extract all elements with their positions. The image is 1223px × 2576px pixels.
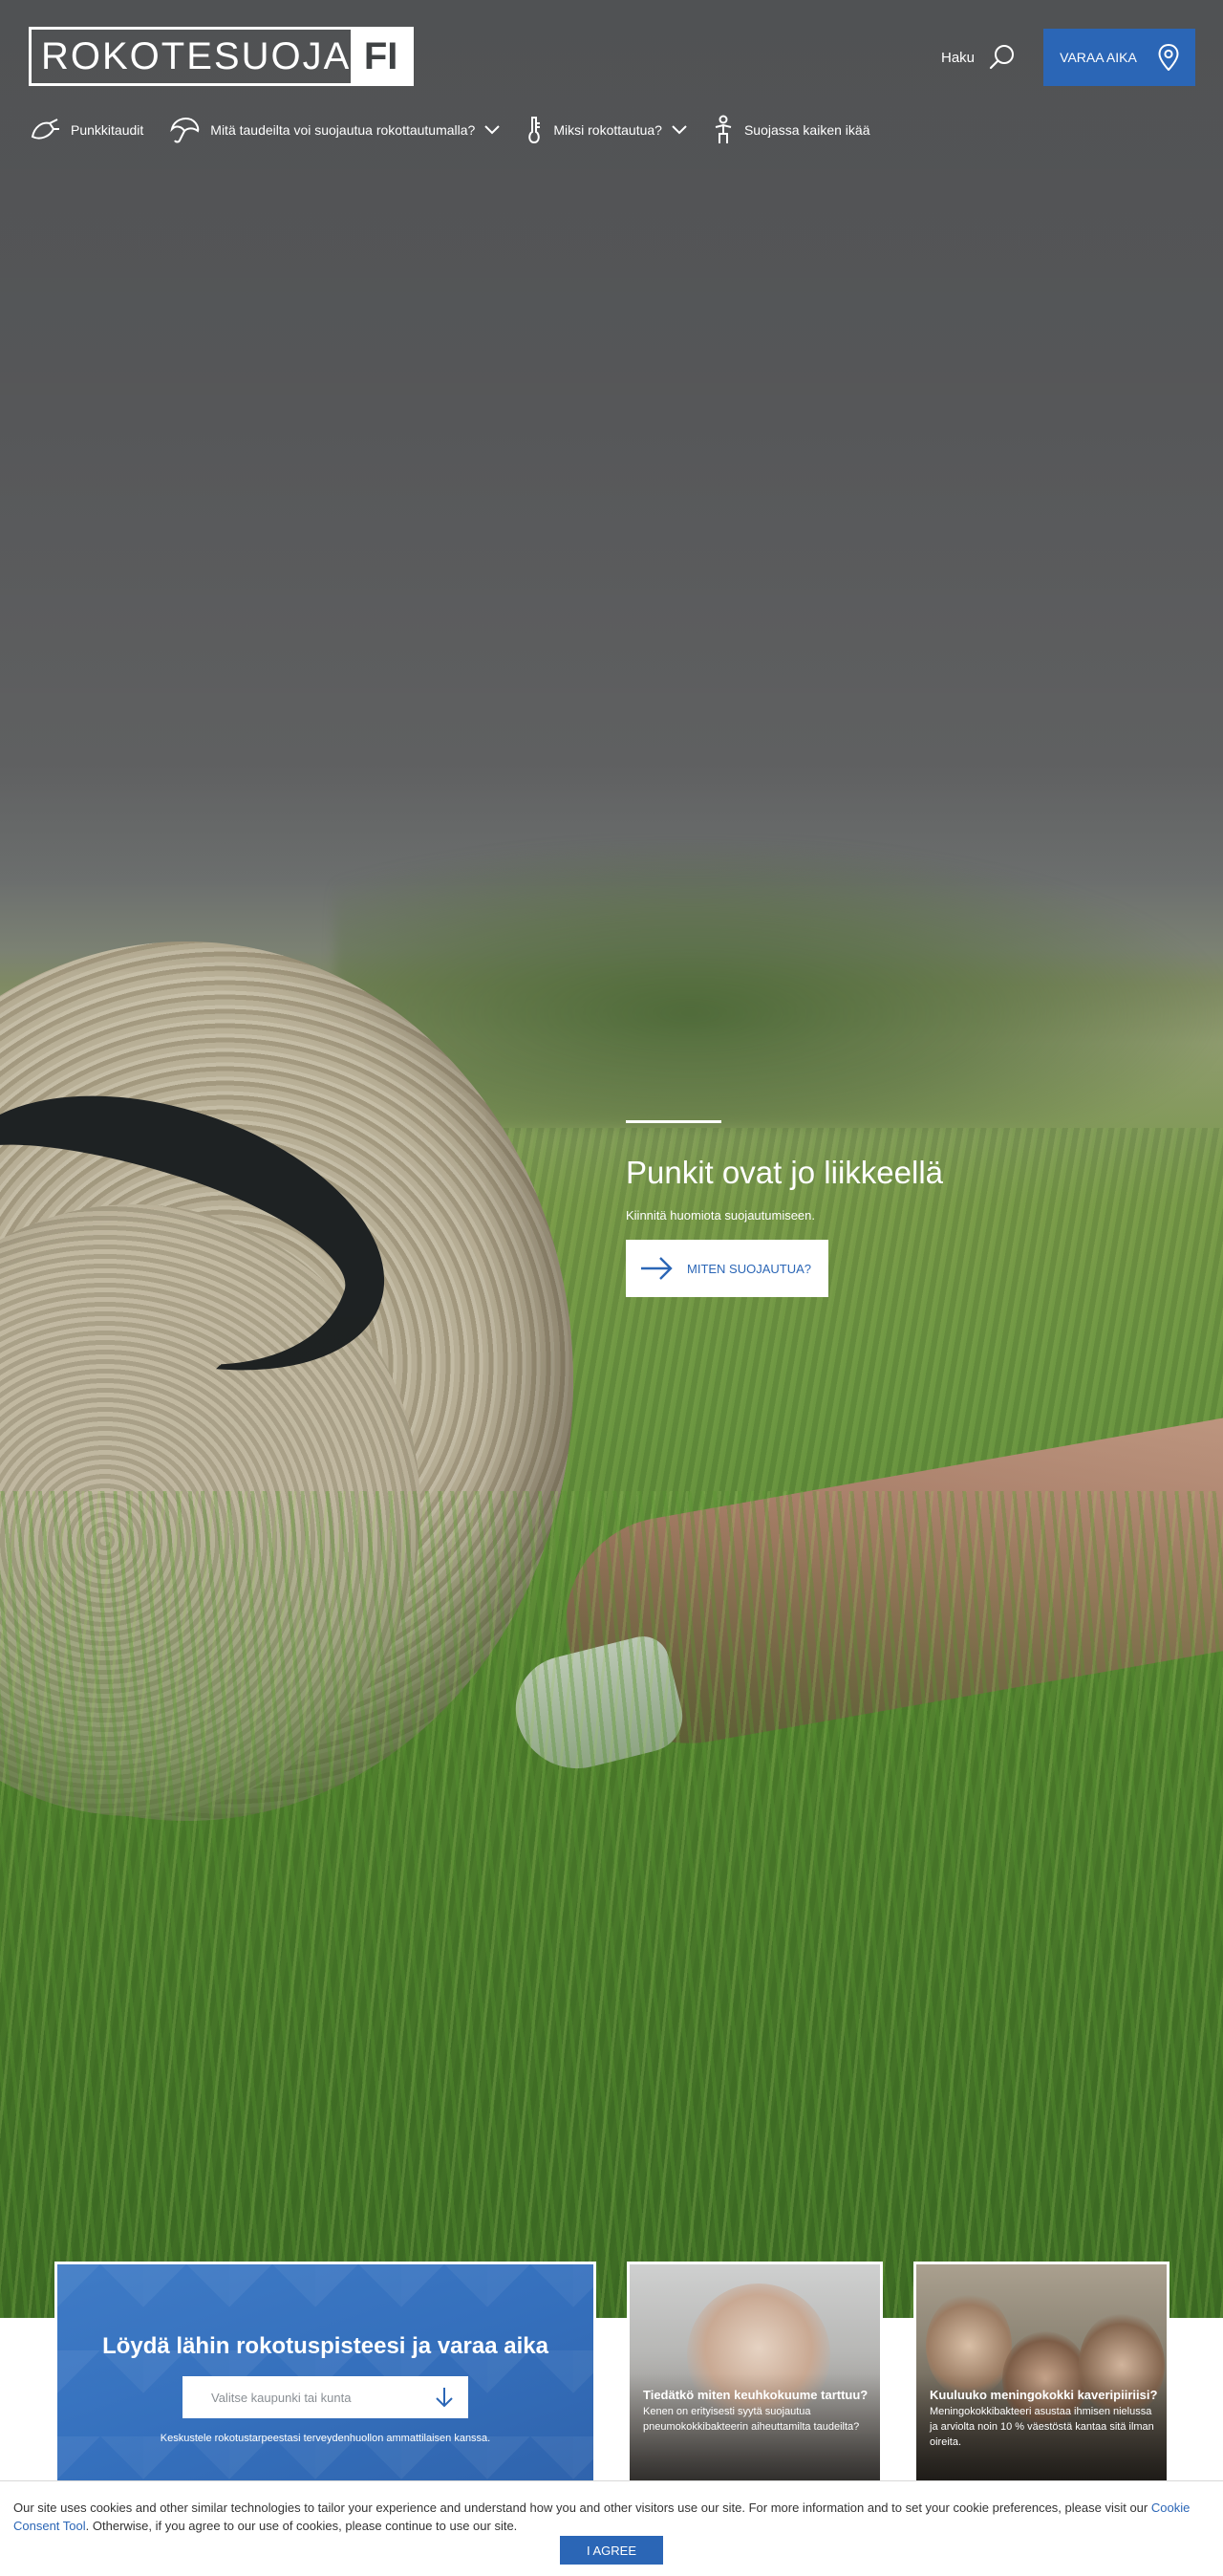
vaccination-point-finder: Löydä lähin rokotuspisteesi ja varaa aik…: [54, 2262, 596, 2491]
chevron-down-icon: [484, 125, 501, 135]
article-card-meningococcus[interactable]: Kuuluuko meningokokki kaveripiiriisi? Me…: [913, 2262, 1169, 2491]
hero-cta-button[interactable]: MITEN SUOJAUTUA?: [626, 1240, 828, 1297]
card-body: Kenen on erityisesti syytä suojautua pne…: [643, 2406, 860, 2433]
page: ROKOTESUOJA FI Haku VARAA AIKA Punkkitau…: [0, 0, 1223, 2576]
tick-icon: [31, 119, 59, 140]
card-body: Meningokokkibakteeri asustaa ihmisen nie…: [930, 2406, 1154, 2448]
hero-image: [0, 0, 1223, 2318]
card-title: Tiedätkö miten keuhkokuume tarttuu?: [643, 2388, 869, 2402]
person-icon: [715, 115, 732, 143]
nav-item-label: Suojassa kaiken ikää: [743, 122, 870, 138]
cookie-text: Our site uses cookies and other similar …: [13, 2499, 1208, 2535]
nav-item-label: Miksi rokottautua?: [553, 122, 662, 138]
hero-cta-label: MITEN SUOJAUTUA?: [687, 1261, 812, 1276]
finder-title: Löydä lähin rokotuspisteesi ja varaa aik…: [102, 2333, 548, 2359]
card-title: Kuuluuko meningokokki kaveripiiriisi?: [930, 2388, 1158, 2402]
hero-overlay: [0, 0, 1223, 2318]
location-pin-icon: [1158, 44, 1179, 71]
card-text: Tiedätkö miten keuhkokuume tarttuu? Kene…: [643, 2387, 872, 2435]
logo-text: ROKOTESUOJA: [41, 34, 352, 77]
search-button[interactable]: Haku: [941, 40, 1017, 75]
nav-item-punkkitaudit[interactable]: Punkkitaudit: [29, 116, 143, 144]
site-logo[interactable]: ROKOTESUOJA FI: [29, 27, 414, 86]
main-nav: Punkkitaudit Mitä taudeilta voi suojautu…: [29, 113, 894, 147]
thermometer-icon: [528, 117, 541, 144]
cookie-agree-button[interactable]: I AGREE: [560, 2536, 663, 2565]
nav-item-label: Mitä taudeilta voi suojautua rokottautum…: [210, 122, 476, 138]
umbrella-icon: [170, 118, 200, 143]
cookie-banner: Our site uses cookies and other similar …: [0, 2480, 1223, 2576]
arrow-down-icon: [436, 2388, 453, 2408]
cookie-text-intro: Our site uses cookies and other similar …: [13, 2500, 1151, 2515]
book-appointment-label: VARAA AIKA: [1060, 50, 1137, 65]
municipality-select-placeholder: Valitse kaupunki tai kunta: [211, 2390, 352, 2405]
nav-item-all-ages[interactable]: Suojassa kaiken ikää: [712, 115, 870, 145]
nav-item-label: Punkkitaudit: [71, 122, 144, 138]
hero-divider: [626, 1120, 721, 1123]
search-icon: [989, 45, 1015, 70]
search-label: Haku: [941, 49, 976, 66]
finder-note: Keskustele rokotustarpeestasi terveydenh…: [160, 2433, 491, 2444]
municipality-select[interactable]: Valitse kaupunki tai kunta: [182, 2376, 468, 2418]
article-card-pneumonia[interactable]: Tiedätkö miten keuhkokuume tarttuu? Kene…: [627, 2262, 883, 2491]
cookie-text-outro: . Otherwise, if you agree to our use of …: [85, 2519, 518, 2533]
arrow-right-icon: [641, 1257, 673, 1280]
book-appointment-button[interactable]: VARAA AIKA: [1043, 29, 1195, 86]
hero-subtitle: Kiinnitä huomiota suojautumiseen.: [626, 1208, 816, 1223]
nav-item-why-vaccinate[interactable]: Miksi rokottautua?: [525, 115, 687, 145]
nav-item-diseases[interactable]: Mitä taudeilta voi suojautua rokottautum…: [168, 116, 501, 144]
logo-suffix: FI: [351, 30, 411, 83]
card-text: Kuuluuko meningokokki kaveripiiriisi? Me…: [930, 2387, 1159, 2450]
chevron-down-icon: [672, 125, 687, 135]
hero-title: Punkit ovat jo liikkeellä: [626, 1155, 943, 1190]
